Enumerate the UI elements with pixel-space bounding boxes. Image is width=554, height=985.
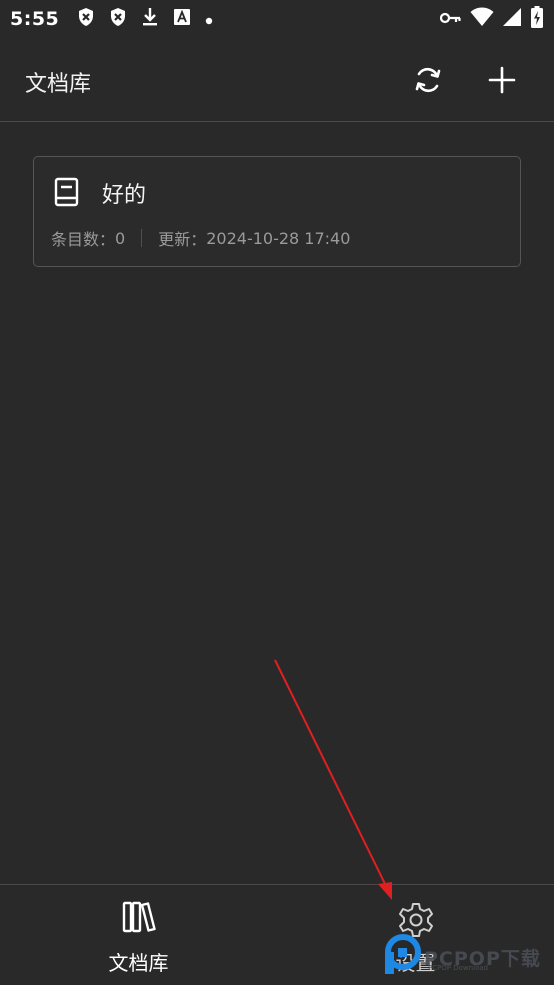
status-bar: 5:55 <box>0 0 554 38</box>
plus-icon <box>488 66 516 94</box>
meta-divider <box>141 229 143 247</box>
watermark-subtext: PCPOP Download <box>428 964 489 972</box>
entries-count: 0 <box>115 228 126 248</box>
library-card[interactable]: 好的 条目数： 0 更新： 2024-10-28 17:40 <box>33 156 521 267</box>
library-books-icon <box>121 899 157 939</box>
annotation-arrow <box>274 659 392 900</box>
watermark-logo-icon <box>385 934 421 974</box>
updated-value: 2024-10-28 17:40 <box>206 228 351 248</box>
vpn-key-icon <box>439 10 462 29</box>
wifi-icon <box>470 7 494 31</box>
shield-x-icon <box>77 7 95 31</box>
add-button[interactable] <box>482 60 522 100</box>
download-icon <box>141 7 159 31</box>
battery-charging-icon <box>530 6 544 32</box>
card-meta: 条目数： 0 更新： 2024-10-28 17:40 <box>51 226 350 250</box>
page-title: 文档库 <box>25 72 92 97</box>
app-bar: 文档库 <box>0 38 554 122</box>
font-a-icon <box>173 8 191 30</box>
dot-icon <box>205 10 213 29</box>
status-time: 5:55 <box>10 8 60 30</box>
nav-label-library: 文档库 <box>108 951 169 975</box>
card-title: 好的 <box>102 183 147 208</box>
sync-button[interactable] <box>408 60 448 100</box>
entries-label: 条目数： <box>51 230 116 249</box>
notification-icons <box>77 7 213 31</box>
book-icon <box>54 177 80 211</box>
nav-item-library[interactable]: 文档库 <box>0 885 277 985</box>
watermark: PCPOP下载 PCPOP Download <box>384 934 554 978</box>
updated-label: 更新： <box>158 230 207 249</box>
sync-icon <box>415 67 441 93</box>
system-icons <box>439 6 544 32</box>
shield-x-icon <box>109 7 127 31</box>
signal-icon <box>502 7 522 31</box>
